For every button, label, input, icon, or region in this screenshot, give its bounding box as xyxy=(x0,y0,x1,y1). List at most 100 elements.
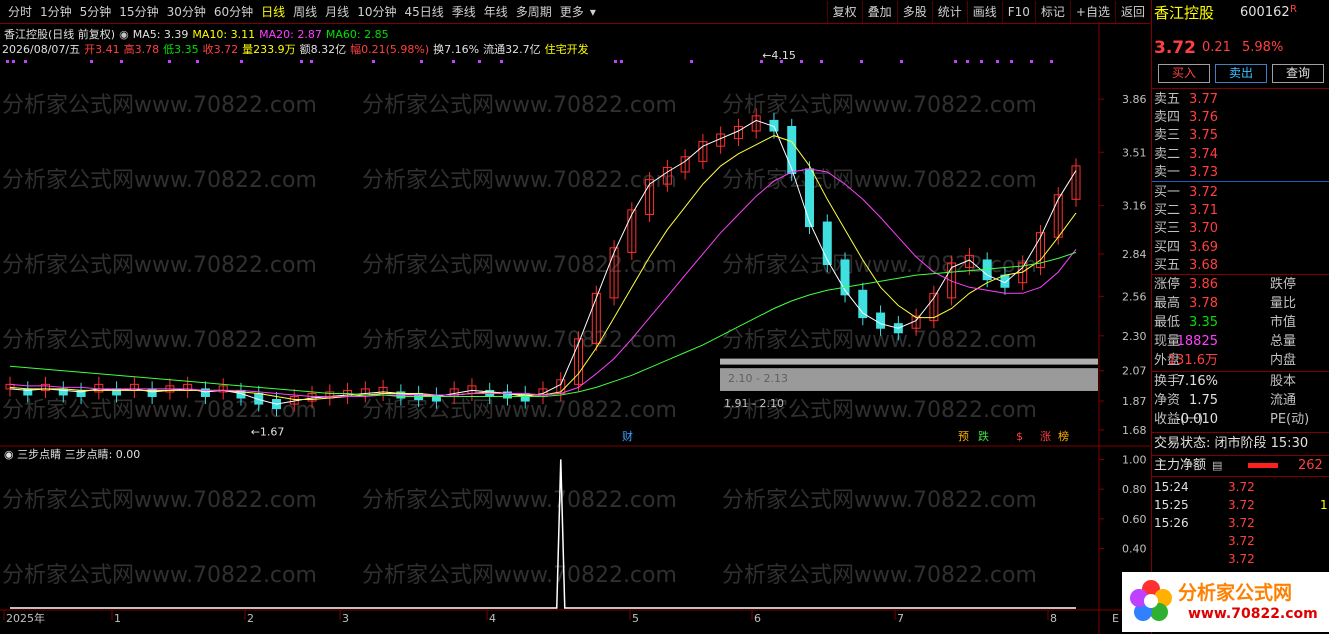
price-row: 3.72 0.21 5.98% xyxy=(1152,38,1329,58)
tool-button-6[interactable]: 标记 xyxy=(1034,1,1070,23)
stat-label-right: 总量 xyxy=(1270,334,1297,349)
watermark-text: 分析家公式网www.70822.com xyxy=(722,168,1037,193)
buy-button[interactable]: 买入 xyxy=(1158,64,1210,83)
stat-value: 1.75 xyxy=(1189,393,1218,408)
watermark-text: 分析家公式网www.70822.com xyxy=(2,253,317,278)
tick-row: 15:25 3.72 1 xyxy=(1152,497,1329,514)
ask-row[interactable]: 卖四 3.76 xyxy=(1152,109,1329,127)
stat-label-right: 内盘 xyxy=(1270,353,1297,368)
more-chevron-icon[interactable]: ▾ xyxy=(588,0,598,24)
date-tick-label: 1 xyxy=(114,612,121,625)
ask-row[interactable]: 卖一 3.73 xyxy=(1152,164,1329,182)
stat-value: 3.35 xyxy=(1189,315,1218,330)
watermark-text: 分析家公式网www.70822.com xyxy=(362,563,677,588)
bid-row[interactable]: 买四 3.69 xyxy=(1152,239,1329,257)
tick-price: 3.72 xyxy=(1228,552,1255,566)
tool-button-1[interactable]: 叠加 xyxy=(861,1,897,23)
main-net-bar xyxy=(1248,463,1278,468)
stat-label-right: 市值 xyxy=(1270,315,1297,330)
tick-volume: 1 xyxy=(1320,498,1328,512)
bid-row[interactable]: 买二 3.71 xyxy=(1152,202,1329,220)
signal-dot xyxy=(614,60,617,63)
stat-label-right: PE(动) xyxy=(1270,412,1310,427)
stat-row: 换手 7.16% 股本 xyxy=(1152,373,1329,391)
bid-price: 3.71 xyxy=(1189,203,1218,219)
ask-row[interactable]: 卖二 3.74 xyxy=(1152,146,1329,164)
price-tick-label: 2.56 xyxy=(1122,290,1147,303)
price-tick-label: 3.51 xyxy=(1122,146,1147,159)
bid-row[interactable]: 买三 3.70 xyxy=(1152,220,1329,238)
event-marker-5: 榜 xyxy=(1058,429,1069,443)
watermark-text: 分析家公式网www.70822.com xyxy=(362,168,677,193)
stat-value: 3.86 xyxy=(1189,277,1218,292)
period-tab-9[interactable]: 10分钟 xyxy=(353,0,400,24)
tool-button-2[interactable]: 多股 xyxy=(896,1,932,23)
period-tab-1[interactable]: 1分钟 xyxy=(36,0,76,24)
period-tab-4[interactable]: 30分钟 xyxy=(163,0,210,24)
stat-label-right: 量比 xyxy=(1270,296,1297,311)
kline-chart[interactable]: 分析家公式网www.70822.com 分析家公式网www.70822.com 分析… xyxy=(0,22,1150,634)
price-tick-label: 2.07 xyxy=(1122,365,1147,378)
tick-time: 15:25 xyxy=(1154,498,1189,512)
signal-dot xyxy=(24,60,27,63)
watermark-text: 分析家公式网www.70822.com xyxy=(2,488,317,513)
zone-label-2: 1.91 - 2.10 xyxy=(724,397,784,410)
candle-body xyxy=(876,312,886,329)
signal-dot xyxy=(240,60,243,63)
query-button[interactable]: 查询 xyxy=(1272,64,1324,83)
watermark-text: 分析家公式网www.70822.com xyxy=(722,328,1037,353)
tool-button-4[interactable]: 画线 xyxy=(966,1,1002,23)
tool-button-3[interactable]: 统计 xyxy=(931,1,967,23)
event-marker-2: 跌 xyxy=(978,429,989,443)
period-tab-14[interactable]: 更多 xyxy=(556,0,588,24)
ask-label: 卖四 xyxy=(1154,110,1181,126)
stat-label: 净资 xyxy=(1154,393,1181,408)
tick-row: 15:26 3.72 xyxy=(1152,515,1329,532)
signal-dot xyxy=(966,60,969,63)
logo-text: 分析家公式网 xyxy=(1178,582,1293,604)
event-marker-0: 财 xyxy=(622,429,633,443)
period-tab-11[interactable]: 季线 xyxy=(448,0,480,24)
stat-label: 最低 xyxy=(1154,315,1181,330)
ask-row[interactable]: 卖五 3.77 xyxy=(1152,91,1329,109)
sell-button[interactable]: 卖出 xyxy=(1215,64,1267,83)
bid-price: 3.69 xyxy=(1189,239,1218,255)
signal-dot xyxy=(980,60,983,63)
period-tab-7[interactable]: 周线 xyxy=(289,0,321,24)
stat-value: 18825 xyxy=(1176,334,1218,349)
period-tab-5[interactable]: 60分钟 xyxy=(210,0,257,24)
bid-row[interactable]: 买五 3.68 xyxy=(1152,257,1329,275)
tool-button-8[interactable]: 返回 xyxy=(1114,1,1150,23)
price-tick-label: 1.87 xyxy=(1122,395,1147,408)
period-tab-13[interactable]: 多周期 xyxy=(512,0,556,24)
bid-row[interactable]: 买一 3.72 xyxy=(1152,184,1329,202)
price-tick-label: 3.16 xyxy=(1122,199,1147,212)
stat-value: 7.16% xyxy=(1176,374,1218,389)
event-marker-3: $ xyxy=(1016,430,1023,443)
tool-button-0[interactable]: 复权 xyxy=(826,1,862,23)
tool-button-7[interactable]: +自选 xyxy=(1069,1,1115,23)
list-icon[interactable]: ▤ xyxy=(1212,457,1222,475)
r-badge: R xyxy=(1290,4,1297,15)
zone-label-1: 2.10 - 2.13 xyxy=(728,372,788,385)
tool-button-5[interactable]: F10 xyxy=(1001,1,1035,23)
period-tab-0[interactable]: 分时 xyxy=(4,0,36,24)
flower-logo-icon xyxy=(1128,578,1174,624)
bid-price: 3.70 xyxy=(1189,221,1218,237)
watermark-text: 分析家公式网www.70822.com xyxy=(2,93,317,118)
period-tab-2[interactable]: 5分钟 xyxy=(76,0,116,24)
stat-row: 净资 1.75 流通 xyxy=(1152,392,1329,410)
period-tab-3[interactable]: 15分钟 xyxy=(115,0,162,24)
ask-row[interactable]: 卖三 3.75 xyxy=(1152,127,1329,145)
period-tab-6[interactable]: 日线 xyxy=(257,0,289,24)
period-tab-10[interactable]: 45日线 xyxy=(400,0,447,24)
tick-row: 15:24 3.72 xyxy=(1152,479,1329,496)
period-tab-8[interactable]: 月线 xyxy=(321,0,353,24)
signal-dot xyxy=(452,60,455,63)
bid-label: 买一 xyxy=(1154,185,1181,200)
period-tab-12[interactable]: 年线 xyxy=(480,0,512,24)
signal-dot xyxy=(690,60,693,63)
stat-row: 最低 3.35 市值 xyxy=(1152,314,1329,332)
bid-label: 买三 xyxy=(1154,221,1181,237)
stat-row: 收益(一) -0.010 PE(动) xyxy=(1152,411,1329,429)
